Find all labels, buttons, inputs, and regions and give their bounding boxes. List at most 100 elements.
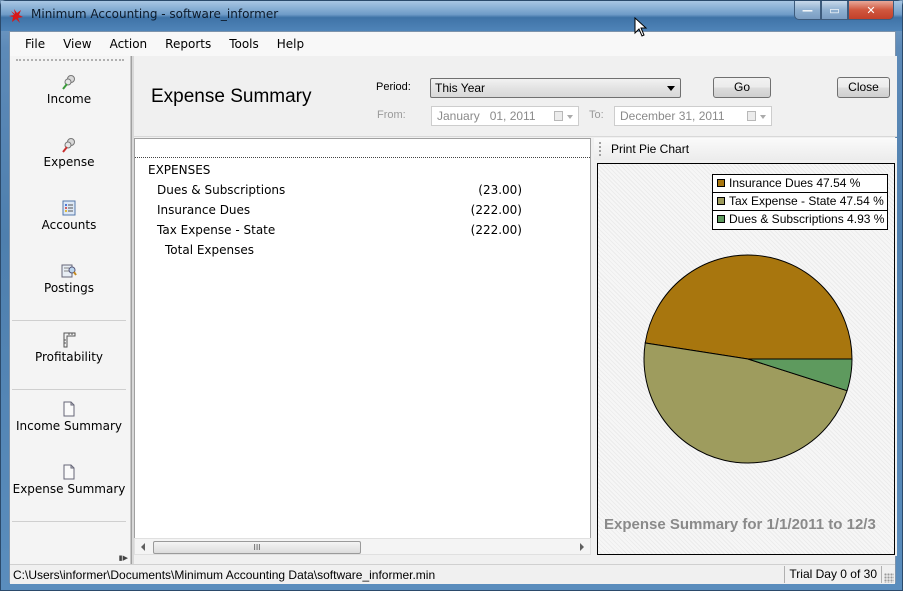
window-title: Minimum Accounting - software_informer	[31, 7, 279, 21]
menu-action[interactable]: Action	[101, 32, 157, 56]
document-icon	[63, 464, 75, 480]
legend-label: Dues & Subscriptions 4.93 %	[729, 212, 885, 226]
sidebar-label-expense-summary: Expense Summary	[12, 482, 126, 496]
report-row-name: Tax Expense - State	[157, 223, 276, 237]
calendar-icon	[747, 111, 756, 121]
report-section-heading: EXPENSES	[148, 163, 211, 177]
sidebar-item-income-summary[interactable]: Income Summary	[10, 401, 128, 433]
report-view: EXPENSES Dues & Subscriptions (23.00) In…	[134, 138, 591, 554]
sidebar-label-income: Income	[46, 92, 92, 106]
sidebar-item-expense-summary[interactable]: Expense Summary	[10, 464, 128, 496]
sidebar-separator	[12, 320, 126, 321]
resize-grip[interactable]	[884, 573, 894, 583]
sidebar-label-income-summary: Income Summary	[16, 419, 122, 433]
chart-legend: Insurance Dues 47.54 % Tax Expense - Sta…	[712, 174, 888, 230]
status-trial: Trial Day 0 of 30	[784, 566, 882, 583]
period-label: Period:	[376, 81, 411, 93]
chart-pane: Print Pie Chart Insurance Dues 47.54 % T…	[594, 138, 897, 556]
period-select[interactable]: This Year	[430, 78, 681, 98]
sidebar-grip[interactable]	[16, 59, 124, 61]
from-date-value: January 01, 2011	[437, 109, 536, 123]
scroll-left-icon[interactable]	[141, 543, 145, 551]
legend-label: Tax Expense - State 47.54 %	[729, 194, 884, 208]
scrollbar-thumb[interactable]: III	[153, 541, 361, 554]
sidebar-item-postings[interactable]: Postings	[10, 263, 128, 295]
sidebar-separator	[12, 389, 126, 390]
print-pie-chart-button[interactable]: Print Pie Chart	[611, 142, 689, 156]
legend-label: Insurance Dues 47.54 %	[729, 176, 861, 190]
report-row-amount: (222.00)	[470, 203, 522, 217]
minimize-button[interactable]: —	[794, 1, 821, 20]
sidebar-item-accounts[interactable]: Accounts	[10, 200, 128, 232]
legend-item: Tax Expense - State 47.54 %	[713, 193, 887, 211]
report-row-amount: (222.00)	[470, 223, 522, 237]
sidebar-item-profitability[interactable]: Profitability	[10, 332, 128, 364]
chart-title: Expense Summary for 1/1/2011 to 12/3	[604, 516, 876, 533]
from-label: From:	[377, 109, 406, 121]
title-bar[interactable]: Minimum Accounting - software_informer —…	[1, 1, 902, 31]
legend-swatch	[717, 215, 725, 223]
toolbar-grip[interactable]	[599, 142, 601, 156]
report-total-label: Total Expenses	[165, 243, 255, 257]
go-button[interactable]: Go	[713, 77, 771, 98]
chevron-down-icon	[760, 115, 766, 119]
from-date-picker[interactable]: January 01, 2011	[431, 106, 579, 126]
document-search-icon	[61, 264, 77, 278]
to-date-value: December 31, 2011	[620, 109, 725, 123]
ruler-icon	[63, 332, 76, 348]
pushpin-green-icon	[62, 75, 75, 90]
to-date-picker[interactable]: December 31, 2011	[614, 106, 772, 126]
document-icon	[63, 401, 75, 417]
report-header: Expense Summary Period: This Year Go Clo…	[134, 56, 897, 137]
chart-toolbar: Print Pie Chart	[594, 138, 897, 160]
sidebar-separator	[12, 521, 126, 522]
to-label: To:	[589, 109, 604, 121]
chevron-down-icon	[567, 115, 573, 119]
horizontal-scrollbar[interactable]: III	[134, 538, 591, 555]
app-logo-icon	[9, 9, 23, 23]
report-row-name: Insurance Dues	[157, 203, 251, 217]
sidebar: Income Expense Accounts Postings Profita…	[10, 56, 131, 564]
close-window-button[interactable]: ✕	[848, 1, 894, 20]
legend-item: Insurance Dues 47.54 %	[713, 175, 887, 193]
menu-reports[interactable]: Reports	[156, 32, 220, 56]
sidebar-label-expense: Expense	[43, 155, 95, 169]
calendar-icon	[554, 111, 563, 121]
pie-slice-insurance-dues	[644, 254, 853, 360]
report-row-name: Dues & Subscriptions	[157, 183, 286, 197]
window-controls: — ▭ ✕	[794, 1, 894, 21]
scroll-right-icon[interactable]	[580, 543, 584, 551]
status-bar: C:\Users\informer\Documents\Minimum Acco…	[10, 564, 895, 584]
minimize-icon: —	[802, 3, 813, 17]
maximize-button[interactable]: ▭	[821, 1, 848, 20]
menu-help[interactable]: Help	[268, 32, 313, 56]
pushpin-red-icon	[62, 138, 75, 153]
report-row-amount: (23.00)	[478, 183, 522, 197]
menu-bar: File View Action Reports Tools Help	[10, 32, 895, 56]
app-window: Minimum Accounting - software_informer —…	[0, 0, 903, 591]
sidebar-item-income[interactable]: Income	[10, 74, 128, 106]
status-file-path: C:\Users\informer\Documents\Minimum Acco…	[13, 568, 436, 582]
page-title: Expense Summary	[151, 86, 312, 107]
menu-file[interactable]: File	[16, 32, 54, 56]
client-area: File View Action Reports Tools Help Inco…	[9, 31, 897, 584]
menu-tools[interactable]: Tools	[220, 32, 268, 56]
sidebar-overflow-icon[interactable]: ▮▶	[119, 554, 128, 562]
close-button[interactable]: Close	[837, 77, 890, 98]
list-icon	[62, 200, 76, 216]
maximize-icon: ▭	[829, 3, 840, 17]
sidebar-label-profitability: Profitability	[34, 350, 104, 364]
sidebar-label-postings: Postings	[44, 281, 94, 295]
mouse-cursor-icon	[634, 17, 648, 37]
legend-item: Dues & Subscriptions 4.93 %	[713, 211, 887, 229]
menu-view[interactable]: View	[54, 32, 100, 56]
sidebar-item-expense[interactable]: Expense	[10, 137, 128, 169]
report-divider	[135, 157, 590, 158]
pie-chart: Insurance Dues 47.54 % Tax Expense - Sta…	[597, 163, 895, 555]
period-value: This Year	[435, 81, 486, 95]
sidebar-label-accounts: Accounts	[41, 218, 97, 232]
legend-swatch	[717, 179, 725, 187]
legend-swatch	[717, 197, 725, 205]
chevron-down-icon	[667, 86, 675, 91]
close-icon: ✕	[866, 3, 876, 17]
